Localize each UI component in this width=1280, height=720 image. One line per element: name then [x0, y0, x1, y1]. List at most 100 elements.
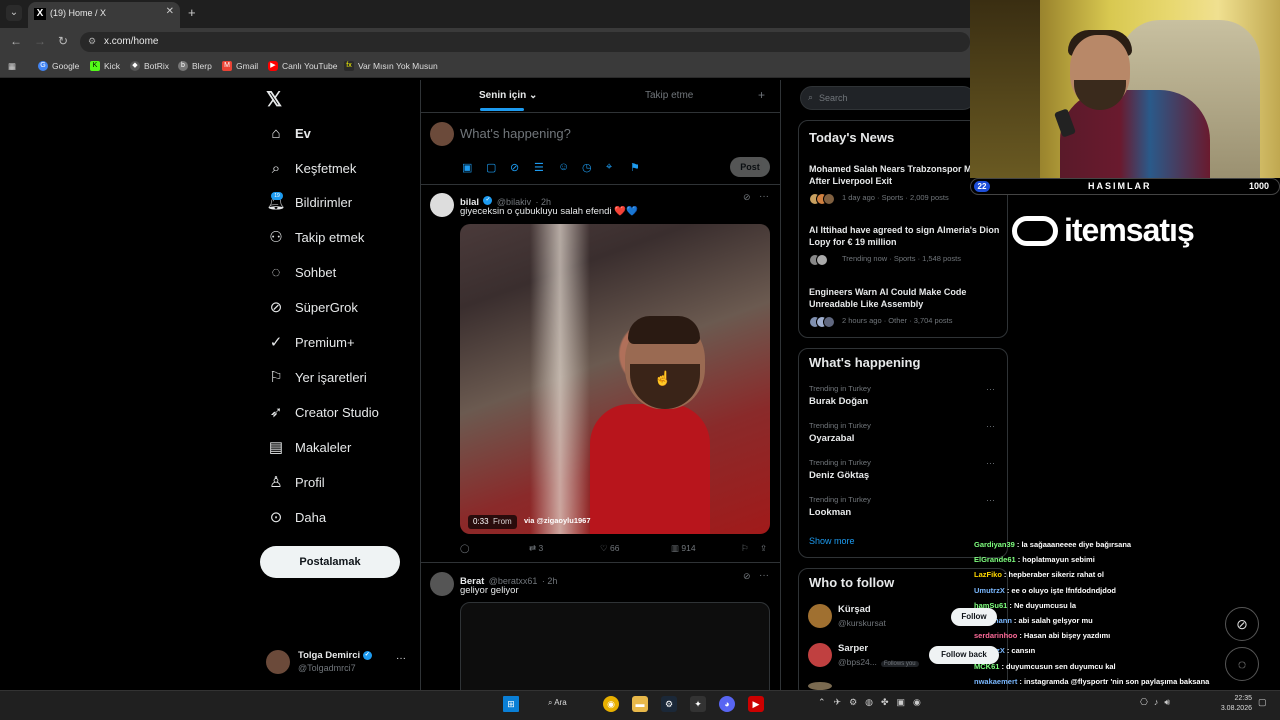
- like-button[interactable]: ♡ 66: [600, 543, 619, 554]
- notification-icon[interactable]: ▢: [1258, 697, 1267, 708]
- follow-button[interactable]: Follow: [951, 608, 997, 626]
- image-icon[interactable]: ▣: [462, 161, 472, 174]
- news-item-title[interactable]: Engineers Warn AI Could Make Code Unread…: [809, 286, 1004, 310]
- chat-username[interactable]: nwakaemert: [974, 677, 1017, 686]
- url-field[interactable]: ⚙ x.com/home: [80, 32, 970, 52]
- trend-name[interactable]: Lookman: [809, 507, 851, 518]
- follow-name[interactable]: Sarper: [838, 643, 868, 654]
- follow-avatar[interactable]: [808, 643, 832, 667]
- chat-message: nwakaemert: instagramda @flysportr 'nin …: [974, 677, 1209, 686]
- taskbar-clock[interactable]: 22:35 3.08.2026: [1218, 694, 1252, 714]
- compose-input[interactable]: What's happening?: [460, 126, 571, 141]
- post-button[interactable]: Postalamak: [260, 546, 400, 578]
- nav-profile[interactable]: ♙ Profil: [266, 469, 324, 495]
- tweet-avatar[interactable]: [430, 193, 454, 217]
- nav-explore[interactable]: ⌕ Keşfetmek: [266, 155, 357, 181]
- chat-username[interactable]: LazFiko: [974, 570, 1002, 579]
- bookmark-gmail[interactable]: M Gmail: [222, 61, 258, 71]
- x-logo-icon[interactable]: 𝕏: [266, 87, 282, 112]
- grok-icon[interactable]: ⊘: [510, 161, 519, 174]
- tweet-video[interactable]: [460, 602, 770, 692]
- tweet-time[interactable]: · 2h: [542, 576, 558, 586]
- steam-icon[interactable]: ⚙: [661, 696, 677, 712]
- more-dots-icon[interactable]: ···: [986, 458, 995, 468]
- trend-name[interactable]: Burak Doğan: [809, 396, 868, 407]
- bookmark-google[interactable]: G Google: [38, 61, 79, 71]
- poll-icon[interactable]: ☰: [534, 161, 544, 174]
- taskbar-search[interactable]: ⌕ Ara: [548, 698, 567, 708]
- news-item-title[interactable]: Al Ittihad have agreed to sign Almeria's…: [809, 224, 1004, 248]
- reply-icon[interactable]: ◯: [460, 543, 470, 554]
- follow-name[interactable]: Kürşad: [838, 604, 871, 615]
- nav-more[interactable]: ⊙ Daha: [266, 504, 326, 530]
- chat-username[interactable]: UmutrzX: [974, 586, 1005, 595]
- more-dots-icon[interactable]: ···: [759, 191, 769, 202]
- forward-icon[interactable]: →: [34, 34, 46, 48]
- chat-icon: ◌: [271, 263, 281, 281]
- chat-username[interactable]: serdarinhoo: [974, 631, 1017, 640]
- tweet-video[interactable]: [460, 224, 770, 534]
- nav-premium[interactable]: ✓ Premium+: [266, 329, 355, 355]
- grok-float-icon[interactable]: ⊘: [1225, 607, 1259, 641]
- messages-float-icon[interactable]: ◌: [1225, 647, 1259, 681]
- more-dots-icon[interactable]: ···: [986, 384, 995, 394]
- site-info-icon[interactable]: ⚙: [88, 36, 96, 47]
- tray-status-icons[interactable]: ⎔♪🔊︎: [1140, 697, 1176, 708]
- back-icon[interactable]: ←: [10, 34, 22, 48]
- tab-list-button[interactable]: ⌄: [6, 5, 22, 21]
- show-more-link[interactable]: Show more: [809, 536, 855, 546]
- trend-name[interactable]: Oyarzabal: [809, 433, 854, 444]
- schedule-icon[interactable]: ◷: [582, 161, 592, 174]
- nav-home[interactable]: ⌂ Ev: [266, 120, 310, 146]
- share-icon[interactable]: ⇪: [760, 543, 767, 554]
- more-dots-icon[interactable]: ···: [986, 421, 995, 431]
- views-button[interactable]: ▥ 914: [671, 543, 696, 554]
- tweet-avatar[interactable]: [430, 572, 454, 596]
- bookmark-var-misin[interactable]: fx Var Mısın Yok Musun: [344, 61, 438, 71]
- grok-icon[interactable]: ⊘: [743, 192, 751, 203]
- discord-icon[interactable]: ◕: [719, 696, 735, 712]
- gif-icon[interactable]: ▢: [486, 161, 496, 174]
- nav-bookmarks[interactable]: ⚐ Yer işaretleri: [266, 364, 367, 390]
- bookmark-kick[interactable]: K Kick: [90, 61, 120, 71]
- chat-username[interactable]: ElGrande61: [974, 555, 1016, 564]
- tab-title: (19) Home / X: [50, 8, 107, 18]
- reload-icon[interactable]: ↻: [58, 34, 68, 48]
- repost-button[interactable]: ⇄ 3: [529, 543, 543, 554]
- bookmark-youtube[interactable]: ▶ Canlı YouTube: [268, 61, 337, 71]
- app-icon[interactable]: ✦: [690, 696, 706, 712]
- bookmark-icon[interactable]: ⚐: [741, 543, 749, 554]
- nav-supergrok[interactable]: ⊘ SüperGrok: [266, 294, 358, 320]
- nav-creator-studio[interactable]: ➶ Creator Studio: [266, 399, 379, 425]
- bookmark-blerp[interactable]: b Blerp: [178, 61, 212, 71]
- compose-post-button[interactable]: Post: [730, 157, 770, 177]
- nav-articles[interactable]: ▤ Makaleler: [266, 434, 351, 460]
- nav-follow[interactable]: ⚇ Takip etmek: [266, 224, 364, 250]
- chat-username[interactable]: Gardiyan39: [974, 540, 1015, 549]
- add-feed-icon[interactable]: +: [758, 88, 765, 102]
- file-explorer-icon[interactable]: ▬: [632, 696, 648, 712]
- new-tab-button[interactable]: +: [188, 5, 196, 20]
- more-dots-icon[interactable]: ···: [759, 570, 769, 581]
- emoji-icon[interactable]: ☺: [558, 161, 569, 173]
- account-switcher[interactable]: Tolga Demirci ✓ @Tolgadmrci7 ···: [266, 648, 416, 678]
- bookmark-botrix[interactable]: ◆ BotRix: [130, 61, 169, 71]
- tab-following[interactable]: Takip etme: [645, 90, 693, 101]
- start-icon[interactable]: ⊞: [503, 696, 519, 712]
- follow-avatar[interactable]: [808, 604, 832, 628]
- grok-icon[interactable]: ⊘: [743, 571, 751, 582]
- system-tray[interactable]: ⌃✈⚙◍✤▣◉: [818, 697, 929, 708]
- location-icon[interactable]: ⌖: [606, 161, 612, 174]
- trend-name[interactable]: Deniz Göktaş: [809, 470, 869, 481]
- more-dots-icon[interactable]: ···: [986, 495, 995, 505]
- follow-back-button[interactable]: Follow back: [929, 646, 999, 664]
- flag-icon[interactable]: ⚑: [630, 161, 640, 174]
- tab-for-you[interactable]: Senin için ⌄: [479, 90, 537, 101]
- more-dots-icon[interactable]: ···: [396, 653, 406, 664]
- browser-tab[interactable]: X (19) Home / X ✕: [28, 2, 180, 28]
- chrome-icon[interactable]: ◉: [603, 696, 619, 712]
- apps-icon[interactable]: ▦: [8, 61, 16, 72]
- nav-chat[interactable]: ◌ Sohbet: [266, 259, 337, 285]
- close-tab-icon[interactable]: ✕: [166, 6, 174, 17]
- media-icon[interactable]: ▶: [748, 696, 764, 712]
